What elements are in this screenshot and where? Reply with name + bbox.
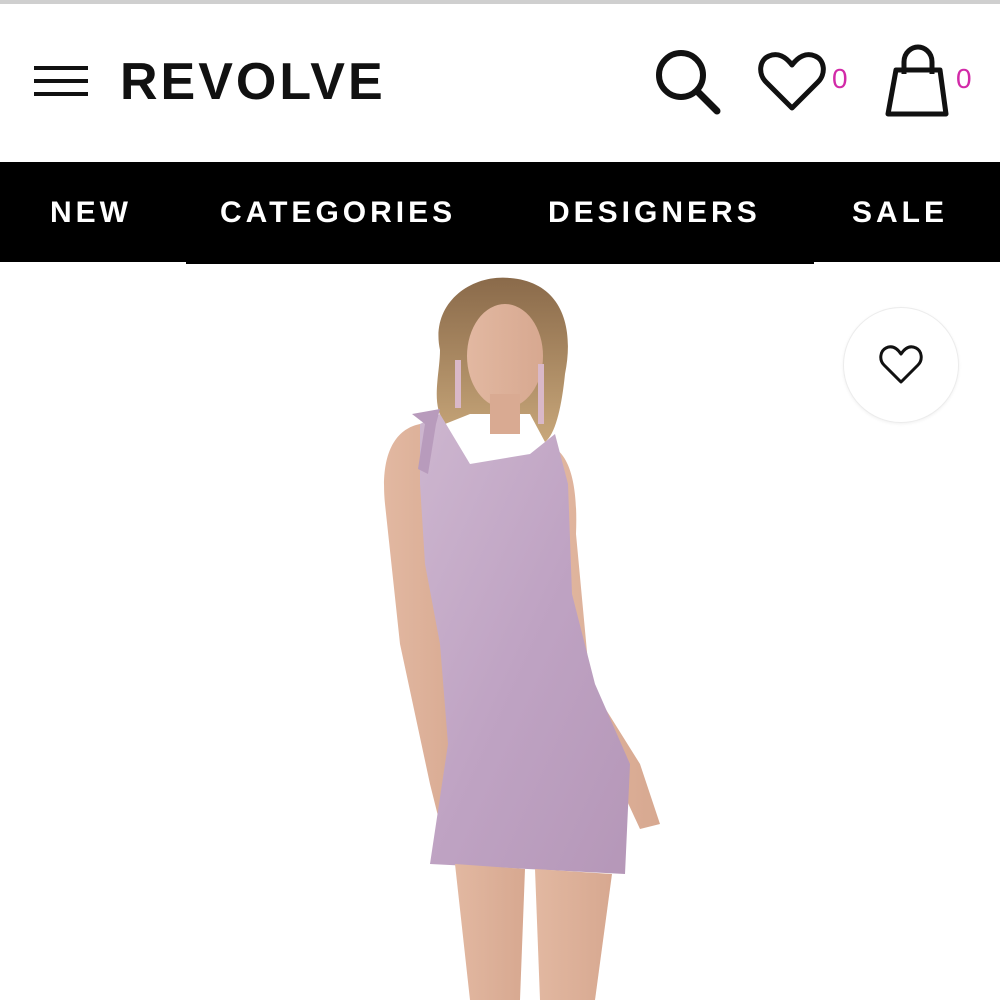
site-header: REVOLVE 0 0 — [0, 4, 1000, 162]
hamburger-menu-icon — [34, 66, 88, 70]
nav-item-categories[interactable]: CATEGORIES — [220, 162, 456, 264]
heart-icon — [758, 52, 826, 111]
nav-item-sale[interactable]: SALE — [852, 162, 948, 264]
menu-button[interactable] — [34, 64, 90, 100]
product-image-area[interactable] — [0, 264, 1000, 1000]
search-icon — [656, 50, 721, 115]
nav-item-new[interactable]: NEW — [50, 162, 132, 264]
heart-outline-icon — [879, 345, 923, 384]
wishlist-button[interactable] — [756, 48, 828, 116]
wishlist-count: 0 — [832, 63, 848, 94]
bag-count: 0 — [956, 63, 972, 94]
shopping-bag-button[interactable] — [882, 44, 954, 120]
nav-item-designers[interactable]: DESIGNERS — [548, 162, 761, 264]
search-button[interactable] — [650, 44, 726, 120]
logo[interactable]: REVOLVE — [120, 52, 386, 112]
shopping-bag-icon — [885, 44, 949, 117]
main-nav: NEW CATEGORIES DESIGNERS SALE — [0, 162, 1000, 264]
add-to-favorites-button[interactable] — [843, 307, 959, 423]
